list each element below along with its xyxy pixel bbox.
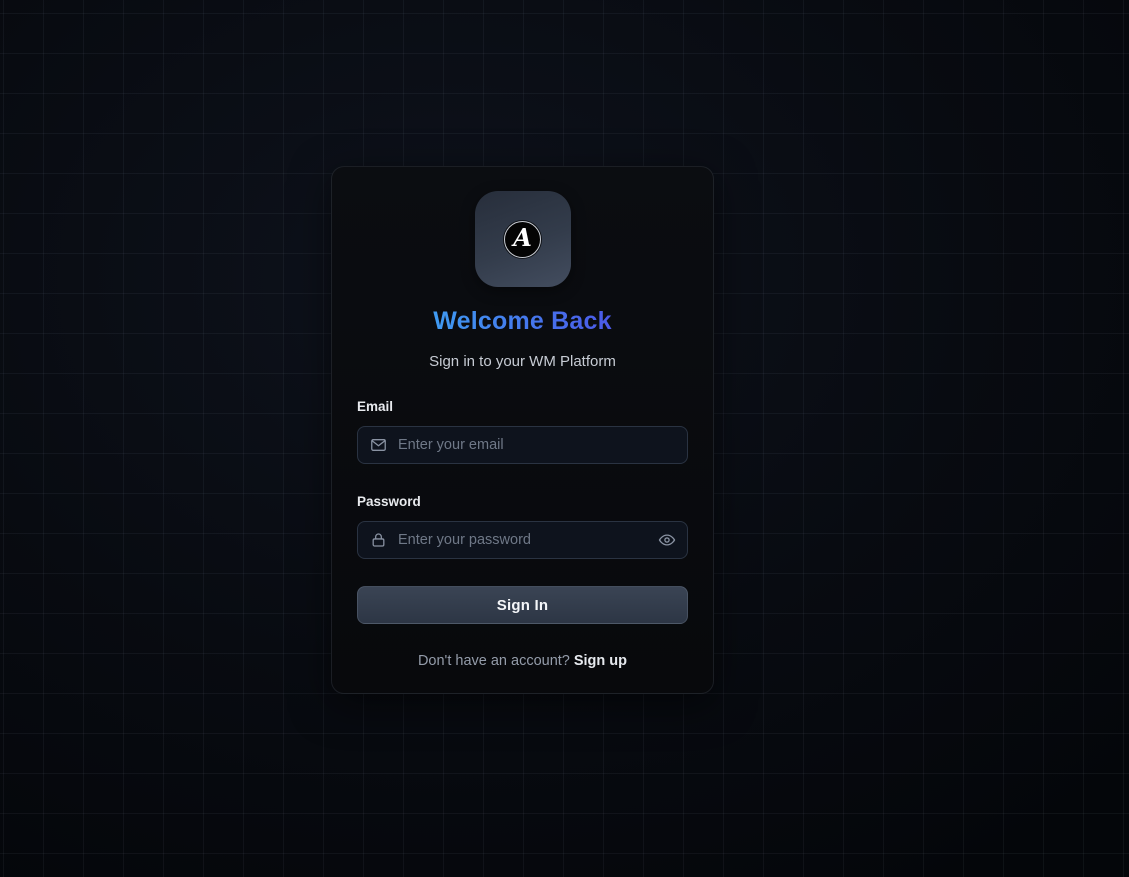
email-input-wrap (357, 426, 688, 464)
email-label: Email (357, 399, 394, 414)
password-input-wrap (357, 521, 688, 559)
page-title: Welcome Back (433, 307, 612, 335)
app-logo-icon: A (504, 220, 541, 258)
logo-letter: A (513, 223, 532, 252)
login-card: A Welcome Back Sign in to your WM Platfo… (331, 166, 714, 694)
password-input[interactable] (357, 521, 688, 559)
sign-in-button[interactable]: Sign In (357, 586, 688, 624)
page-subtitle: Sign in to your WM Platform (429, 353, 616, 370)
password-label: Password (357, 494, 421, 509)
password-field-group: Password (357, 494, 688, 559)
app-logo-tile: A (474, 191, 571, 287)
eye-icon[interactable] (658, 531, 676, 549)
email-input[interactable] (357, 426, 688, 464)
sign-up-link[interactable]: Sign up (574, 653, 627, 669)
email-field-group: Email (357, 399, 688, 464)
signup-prompt: Don't have an account? (417, 653, 570, 669)
signup-footer: Don't have an account? Sign up (418, 653, 627, 669)
